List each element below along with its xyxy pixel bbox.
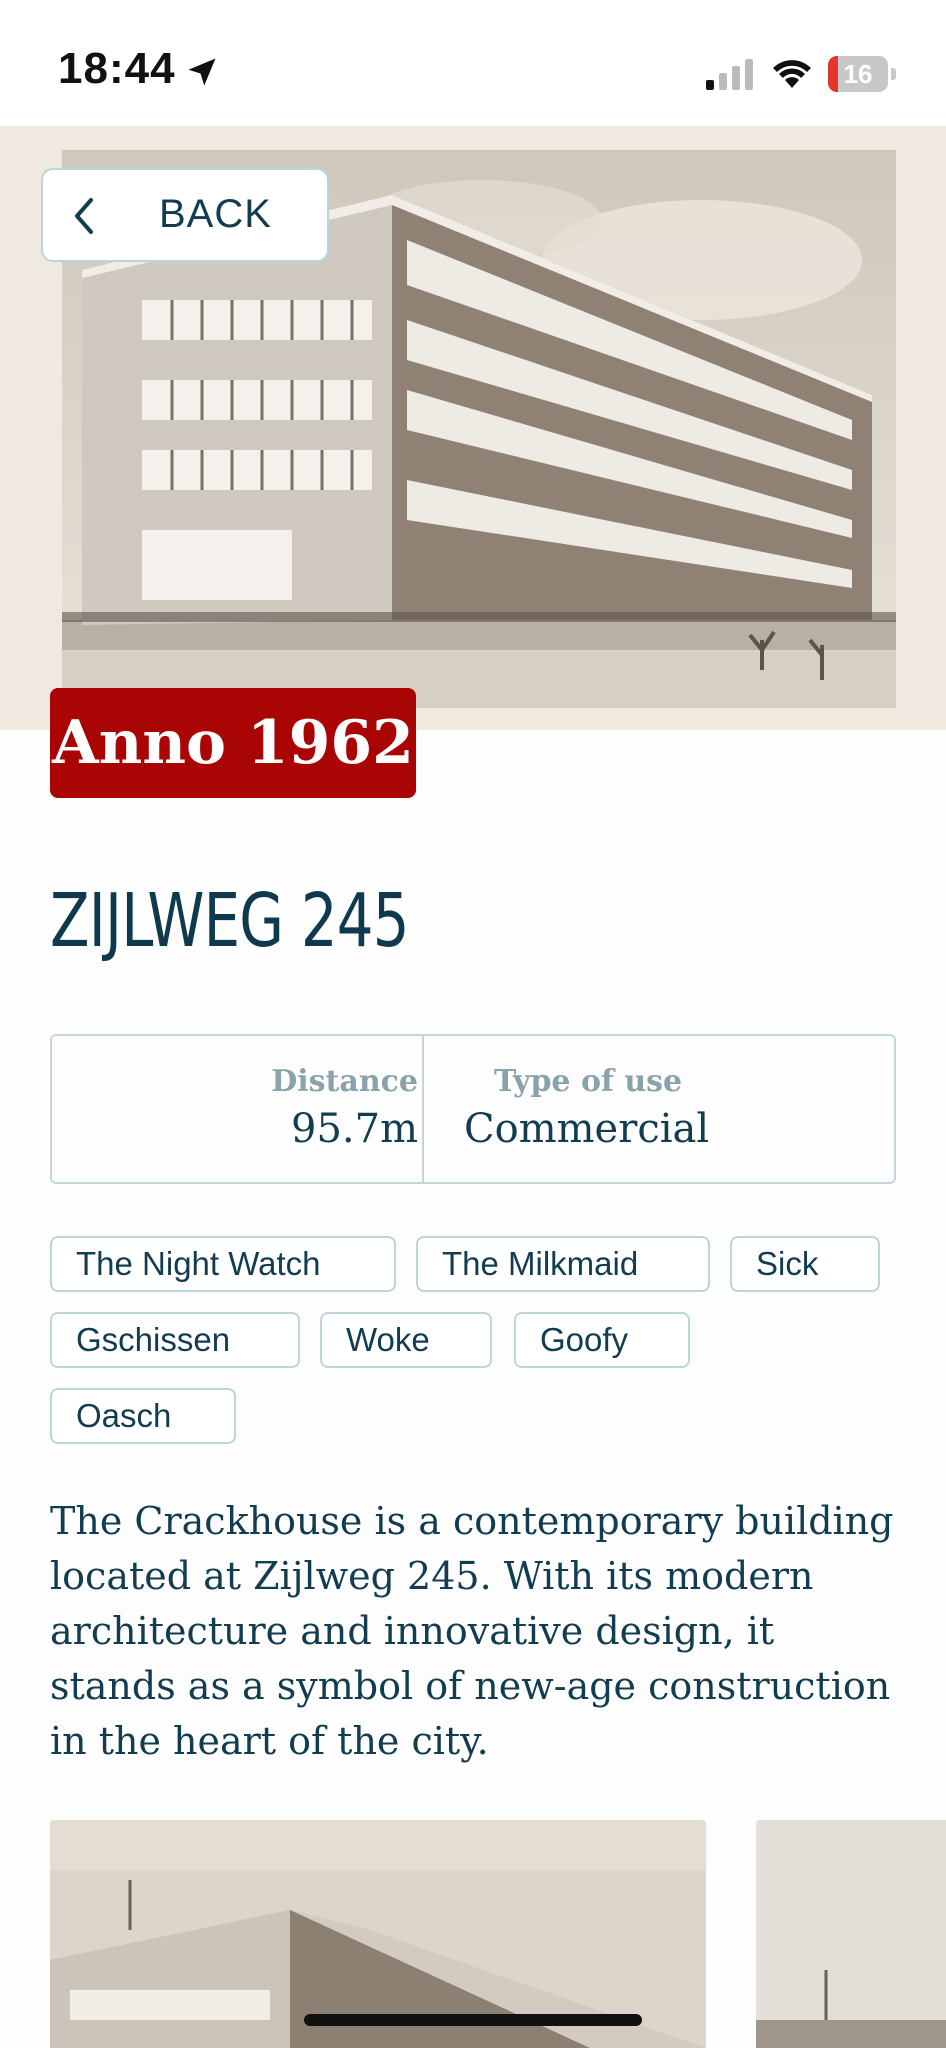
building-description: The Crackhouse is a contemporary buildin…	[50, 1499, 894, 1763]
tag-chip[interactable]: Oasch	[50, 1388, 236, 1444]
wifi-icon	[773, 60, 811, 88]
gallery-photo[interactable]	[756, 1820, 946, 2048]
tag-chip[interactable]: Goofy	[514, 1312, 690, 1368]
year-badge: Anno 1962	[50, 688, 416, 798]
location-arrow-icon	[188, 58, 216, 86]
distance-label: Distance	[271, 1064, 418, 1099]
distance-value: 95.7m	[291, 1106, 418, 1152]
type-of-use-label: Type of use	[494, 1064, 683, 1099]
page-title: ZIJLWEG 245	[50, 878, 409, 964]
tag-chip[interactable]: Sick	[730, 1236, 880, 1292]
tag-chip[interactable]: Woke	[320, 1312, 492, 1368]
info-divider	[422, 1036, 424, 1182]
type-of-use-value: Commercial	[464, 1106, 710, 1152]
tag-chip[interactable]: Gschissen	[50, 1312, 300, 1368]
tag-chip[interactable]: The Night Watch	[50, 1236, 396, 1292]
cellular-signal-icon	[706, 59, 753, 90]
back-button[interactable]: BACK	[41, 168, 329, 262]
chevron-left-icon	[75, 198, 93, 234]
info-box: Distance 95.7m Type of use Commercial	[50, 1034, 896, 1184]
battery-level: 16	[843, 59, 873, 89]
back-button-label: BACK	[159, 192, 272, 236]
home-indicator[interactable]	[304, 2014, 642, 2026]
status-bar: 18:44 16	[0, 0, 946, 126]
battery-icon: 16	[828, 56, 898, 92]
status-time: 18:44	[58, 44, 176, 93]
hero-photo: BACK	[0, 126, 946, 730]
tag-chip[interactable]: The Milkmaid	[416, 1236, 710, 1292]
